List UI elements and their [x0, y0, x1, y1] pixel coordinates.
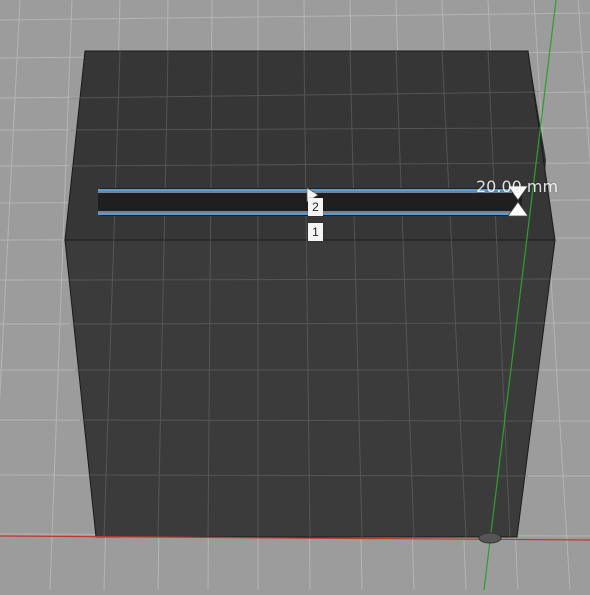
box-front-face[interactable] — [64, 239, 556, 538]
viewport-canvas[interactable] — [0, 0, 590, 591]
model-body[interactable] — [64, 50, 556, 538]
origin-point-icon[interactable] — [478, 532, 502, 544]
edge-tag-1[interactable]: 1 — [308, 223, 323, 241]
edge-tag-2[interactable]: 2 — [308, 198, 323, 216]
3d-viewport[interactable]: 20.00 mm 2 1 — [0, 0, 590, 591]
dimension-value-label[interactable]: 20.00 mm — [476, 177, 558, 196]
